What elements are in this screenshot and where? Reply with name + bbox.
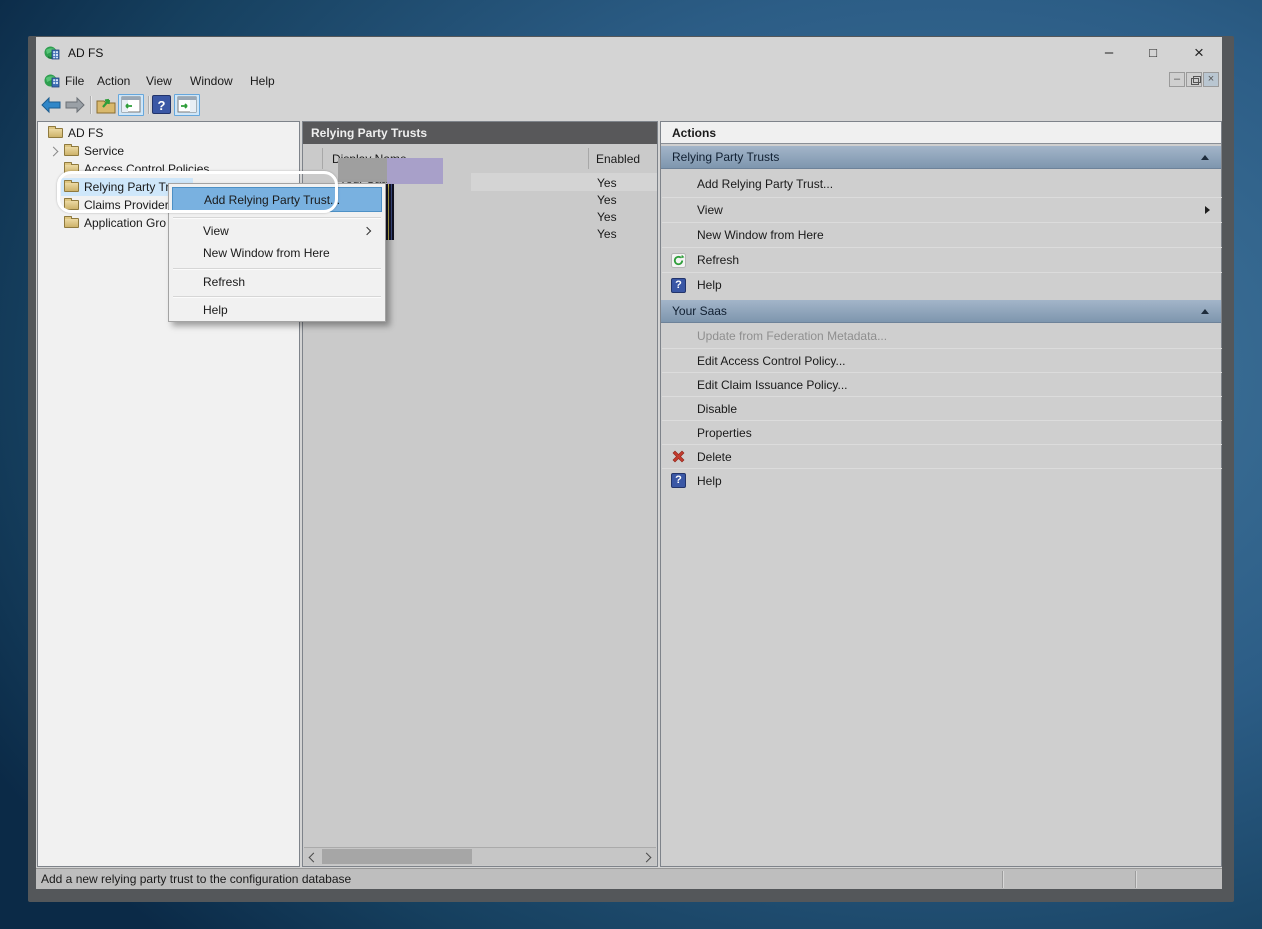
menu-action[interactable]: Action	[94, 72, 133, 90]
action-update-from-federation-metadata: Update from Federation Metadata...	[662, 324, 1222, 348]
tree-item-service[interactable]: Service	[38, 142, 299, 160]
action-new-window-from-here[interactable]: New Window from Here	[662, 222, 1222, 247]
desktop: AD FS – □ × File Action View Window Help…	[0, 0, 1262, 929]
action-help[interactable]: ? Help	[662, 272, 1222, 297]
action-properties[interactable]: Properties	[662, 420, 1222, 444]
menu-separator	[173, 217, 381, 218]
adfs-app-icon	[44, 45, 60, 61]
section-header-your-saas[interactable]: Your Saas	[661, 300, 1221, 323]
status-bar: Add a new relying party trust to the con…	[36, 868, 1222, 889]
action-pane-icon	[175, 95, 199, 115]
toolbar-separator	[90, 96, 91, 114]
context-refresh[interactable]: Refresh	[172, 271, 382, 293]
scroll-left-button[interactable]	[304, 848, 321, 865]
action-view[interactable]: View	[662, 197, 1222, 222]
enabled-cell[interactable]: Yes	[597, 210, 637, 226]
scrollbar-thumb[interactable]	[322, 849, 472, 864]
collapse-icon[interactable]	[1201, 309, 1209, 314]
scroll-right-button[interactable]	[639, 848, 656, 865]
status-separator	[1002, 871, 1003, 888]
delete-icon	[671, 449, 686, 464]
close-button[interactable]: ×	[1184, 41, 1214, 65]
folder-icon	[64, 146, 79, 156]
menu-window[interactable]: Window	[187, 72, 236, 90]
status-text: Add a new relying party trust to the con…	[41, 872, 351, 886]
back-icon[interactable]	[40, 95, 62, 115]
enabled-cell[interactable]: Yes	[597, 176, 637, 192]
forward-icon[interactable]	[64, 95, 86, 115]
tree-item-adfs[interactable]: AD FS	[38, 124, 299, 142]
refresh-icon	[671, 253, 686, 268]
minimize-button[interactable]: –	[1094, 41, 1124, 65]
toolbar-help-icon[interactable]: ?	[152, 95, 171, 114]
context-view[interactable]: View	[172, 220, 382, 242]
actions-panel: Actions Relying Party Trusts Add Relying…	[660, 121, 1222, 867]
toolbar-separator	[148, 96, 149, 114]
adfs-mdi-icon	[44, 73, 60, 89]
folder-icon	[48, 128, 63, 138]
maximize-button[interactable]: □	[1138, 41, 1168, 65]
context-new-window-from-here[interactable]: New Window from Here	[172, 242, 382, 264]
collapse-icon[interactable]	[1201, 155, 1209, 160]
section-header-relying-party-trusts[interactable]: Relying Party Trusts	[661, 146, 1221, 169]
toolbar: ?	[36, 92, 1222, 119]
action-disable[interactable]: Disable	[662, 396, 1222, 420]
window-title: AD FS	[68, 46, 103, 60]
redaction-box-purple	[387, 158, 443, 184]
menu-file[interactable]: File	[62, 72, 87, 90]
horizontal-scrollbar[interactable]	[304, 847, 656, 865]
adfs-window: AD FS – □ × File Action View Window Help…	[36, 37, 1222, 889]
list-panel-header: Relying Party Trusts	[303, 122, 657, 144]
redaction-box-gray	[338, 158, 388, 182]
column-divider[interactable]	[588, 148, 589, 169]
context-help[interactable]: Help	[172, 299, 382, 321]
list-panel-title: Relying Party Trusts	[311, 126, 427, 140]
submenu-chevron-icon	[363, 227, 371, 235]
expand-chevron-icon[interactable]	[49, 147, 59, 157]
menu-bar: File Action View Window Help – ×	[36, 70, 1222, 92]
console-tree-icon	[119, 95, 143, 115]
column-divider[interactable]	[322, 148, 323, 169]
actions-panel-title-bar: Actions	[661, 122, 1221, 144]
mdi-restore-button[interactable]	[1186, 72, 1202, 87]
menu-help[interactable]: Help	[247, 72, 278, 90]
column-header-enabled[interactable]: Enabled	[596, 152, 640, 166]
submenu-arrow-icon	[1205, 206, 1210, 214]
action-refresh[interactable]: Refresh	[662, 247, 1222, 272]
mdi-close-button[interactable]: ×	[1203, 72, 1219, 87]
enabled-cell[interactable]: Yes	[597, 193, 637, 209]
show-hide-console-tree-button[interactable]	[118, 94, 144, 116]
action-delete[interactable]: Delete	[662, 444, 1222, 468]
action-edit-claim-issuance-policy[interactable]: Edit Claim Issuance Policy...	[662, 372, 1222, 396]
action-add-relying-party-trust[interactable]: Add Relying Party Trust...	[662, 172, 1222, 197]
help-icon: ?	[671, 473, 686, 488]
status-separator	[1135, 871, 1136, 888]
mdi-minimize-button[interactable]: –	[1169, 72, 1185, 87]
export-list-icon[interactable]	[95, 95, 117, 115]
title-bar[interactable]: AD FS – □ ×	[36, 37, 1222, 70]
show-hide-action-pane-button[interactable]	[174, 94, 200, 116]
highlight-annotation	[57, 171, 338, 213]
menu-view[interactable]: View	[143, 72, 175, 90]
scroll-left-icon	[309, 853, 319, 863]
menu-separator	[173, 268, 381, 269]
enabled-cell[interactable]: Yes	[597, 227, 637, 243]
action-help-2[interactable]: ? Help	[662, 468, 1222, 492]
folder-icon	[64, 218, 79, 228]
scroll-right-icon	[642, 853, 652, 863]
menu-separator	[173, 296, 381, 297]
action-edit-access-control-policy[interactable]: Edit Access Control Policy...	[662, 348, 1222, 372]
help-icon: ?	[671, 278, 686, 293]
actions-panel-title: Actions	[672, 126, 716, 140]
